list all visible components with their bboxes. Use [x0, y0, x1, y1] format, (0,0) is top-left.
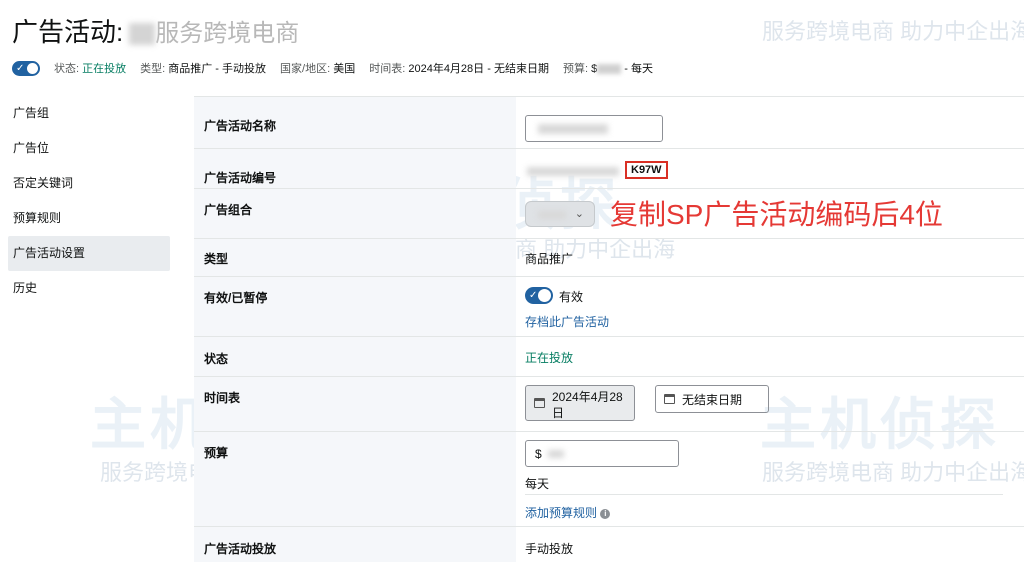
summary-budget: 预算: $ - 每天	[563, 60, 653, 76]
summary-schedule-value: 2024年4月28日 - 无结束日期	[408, 63, 549, 75]
campaign-id-suffix-highlight: K97W	[625, 161, 668, 179]
sidebar-item-history[interactable]: 历史	[0, 271, 180, 306]
summary-budget-label: 预算:	[562, 63, 589, 75]
campaign-id-label: 广告活动编号	[194, 149, 516, 188]
redacted-budget-amount	[548, 450, 564, 458]
sidebar-item-label: 广告位	[13, 141, 50, 155]
calendar-icon	[664, 394, 675, 404]
sidebar-item-placements[interactable]: 广告位	[0, 131, 180, 166]
redacted-campaign-name-field	[538, 124, 608, 134]
sidebar-item-label: 历史	[13, 281, 38, 295]
campaign-name-value	[525, 97, 1024, 148]
schedule-value: 2024年4月28日 无结束日期	[525, 377, 1024, 431]
type-value-wrap: 商品推广	[525, 239, 1024, 276]
calendar-icon	[534, 398, 545, 408]
sidebar-item-label: 预算规则	[13, 211, 62, 225]
portfolio-label: 广告组合	[194, 189, 516, 238]
redacted-portfolio	[538, 211, 566, 219]
end-date-value: 无结束日期	[682, 393, 743, 407]
row-budget: 预算 $ 每天 添加预算规则 i	[194, 432, 1024, 527]
campaign-id-value: K97W	[525, 149, 1024, 188]
targeting-label: 广告活动投放	[194, 527, 516, 562]
type-label: 类型	[194, 239, 516, 276]
page-title-prefix: 广告活动:	[12, 17, 124, 47]
summary-status-value: 正在投放	[82, 63, 127, 75]
sidebar-item-label: 否定关键词	[13, 176, 74, 190]
summary-country: 国家/地区: 美国	[280, 60, 355, 76]
status-label: 状态	[194, 337, 516, 376]
summary-type-label: 类型:	[140, 63, 166, 75]
budget-period: 每天	[525, 477, 550, 491]
annotation-text: 复制SP广告活动编码后4位	[610, 199, 943, 230]
campaign-sidebar: 广告组 广告位 否定关键词 预算规则 广告活动设置 历史	[0, 96, 180, 306]
add-budget-rule-wrap: 添加预算规则 i	[525, 504, 611, 521]
check-icon: ✓	[529, 290, 538, 301]
summary-country-value: 美国	[333, 63, 356, 75]
check-icon: ✓	[16, 62, 25, 74]
archive-campaign-link[interactable]: 存档此广告活动	[525, 313, 609, 330]
status-value-wrap: 正在投放	[525, 337, 1024, 376]
campaign-settings-panel: 广告活动名称 广告活动编号 K97W 广告组合 ⌄ 复制SP广告活动编码后4位 …	[194, 96, 1024, 562]
summary-country-label: 国家/地区:	[280, 63, 331, 75]
row-status: 状态 正在投放	[194, 337, 1024, 377]
sidebar-item-label: 广告组	[13, 106, 50, 120]
active-value: 有效	[559, 290, 584, 304]
campaign-name-input[interactable]	[525, 115, 663, 142]
row-type: 类型 商品推广	[194, 239, 1024, 277]
budget-label: 预算	[194, 432, 516, 526]
portfolio-select[interactable]: ⌄	[525, 201, 595, 227]
start-date-value: 2024年4月28日	[552, 390, 623, 420]
row-targeting: 广告活动投放 手动投放	[194, 527, 1024, 562]
campaign-status-toggle[interactable]: ✓	[12, 60, 40, 76]
page-title: 广告活动: 服务跨境电商	[12, 12, 299, 49]
info-icon[interactable]: i	[600, 508, 611, 519]
type-value: 商品推广	[525, 252, 574, 266]
sidebar-item-negative-keywords[interactable]: 否定关键词	[0, 166, 180, 201]
targeting-value: 手动投放	[525, 542, 574, 556]
row-active-paused: 有效/已暂停 ✓ 有效 存档此广告活动	[194, 277, 1024, 337]
targeting-value-wrap: 手动投放	[525, 527, 1024, 562]
sidebar-item-label: 广告活动设置	[13, 246, 86, 260]
budget-input[interactable]: $	[525, 440, 679, 467]
summary-status: 状态: 正在投放	[54, 60, 126, 76]
budget-value: $ 每天 添加预算规则 i	[525, 432, 1024, 526]
add-budget-rule-link[interactable]: 添加预算规则	[525, 506, 597, 520]
summary-type: 类型: 商品推广 - 手动投放	[140, 60, 266, 76]
redacted-campaign-name	[129, 23, 156, 46]
row-campaign-id: 广告活动编号 K97W	[194, 149, 1024, 189]
budget-currency: $	[535, 447, 542, 461]
campaign-name-label: 广告活动名称	[194, 97, 516, 148]
summary-schedule: 时间表: 2024年4月28日 - 无结束日期	[369, 60, 549, 76]
redacted-budget	[597, 64, 622, 75]
page-title-suffix: 服务跨境电商	[155, 20, 300, 47]
sidebar-item-budget-rules[interactable]: 预算规则	[0, 201, 180, 236]
row-campaign-name: 广告活动名称	[194, 97, 1024, 149]
sidebar-item-ad-groups[interactable]: 广告组	[0, 96, 180, 131]
redacted-campaign-id	[527, 167, 619, 176]
toggle-knob	[538, 289, 551, 302]
active-paused-value: ✓ 有效 存档此广告活动	[525, 277, 1024, 336]
status-value: 正在投放	[525, 351, 574, 365]
active-paused-label: 有效/已暂停	[194, 277, 516, 336]
active-toggle[interactable]: ✓	[525, 287, 553, 304]
start-date-field: 2024年4月28日	[525, 385, 635, 421]
schedule-label: 时间表	[194, 377, 516, 431]
end-date-field[interactable]: 无结束日期	[655, 385, 769, 413]
sidebar-item-campaign-settings[interactable]: 广告活动设置	[8, 236, 170, 271]
summary-type-value: 商品推广 - 手动投放	[168, 63, 267, 75]
row-schedule: 时间表 2024年4月28日 无结束日期	[194, 377, 1024, 432]
summary-schedule-label: 时间表:	[369, 63, 406, 75]
campaign-summary-bar: ✓ 状态: 正在投放 类型: 商品推广 - 手动投放 国家/地区: 美国 时间表…	[12, 60, 667, 76]
summary-budget-suffix: - 每天	[624, 63, 653, 75]
summary-status-label: 状态:	[54, 63, 80, 75]
chevron-down-icon: ⌄	[574, 208, 584, 220]
budget-divider	[525, 494, 1003, 495]
watermark-slogan: 服务跨境电商 助力中企出海	[762, 19, 1024, 44]
toggle-knob	[27, 62, 38, 74]
